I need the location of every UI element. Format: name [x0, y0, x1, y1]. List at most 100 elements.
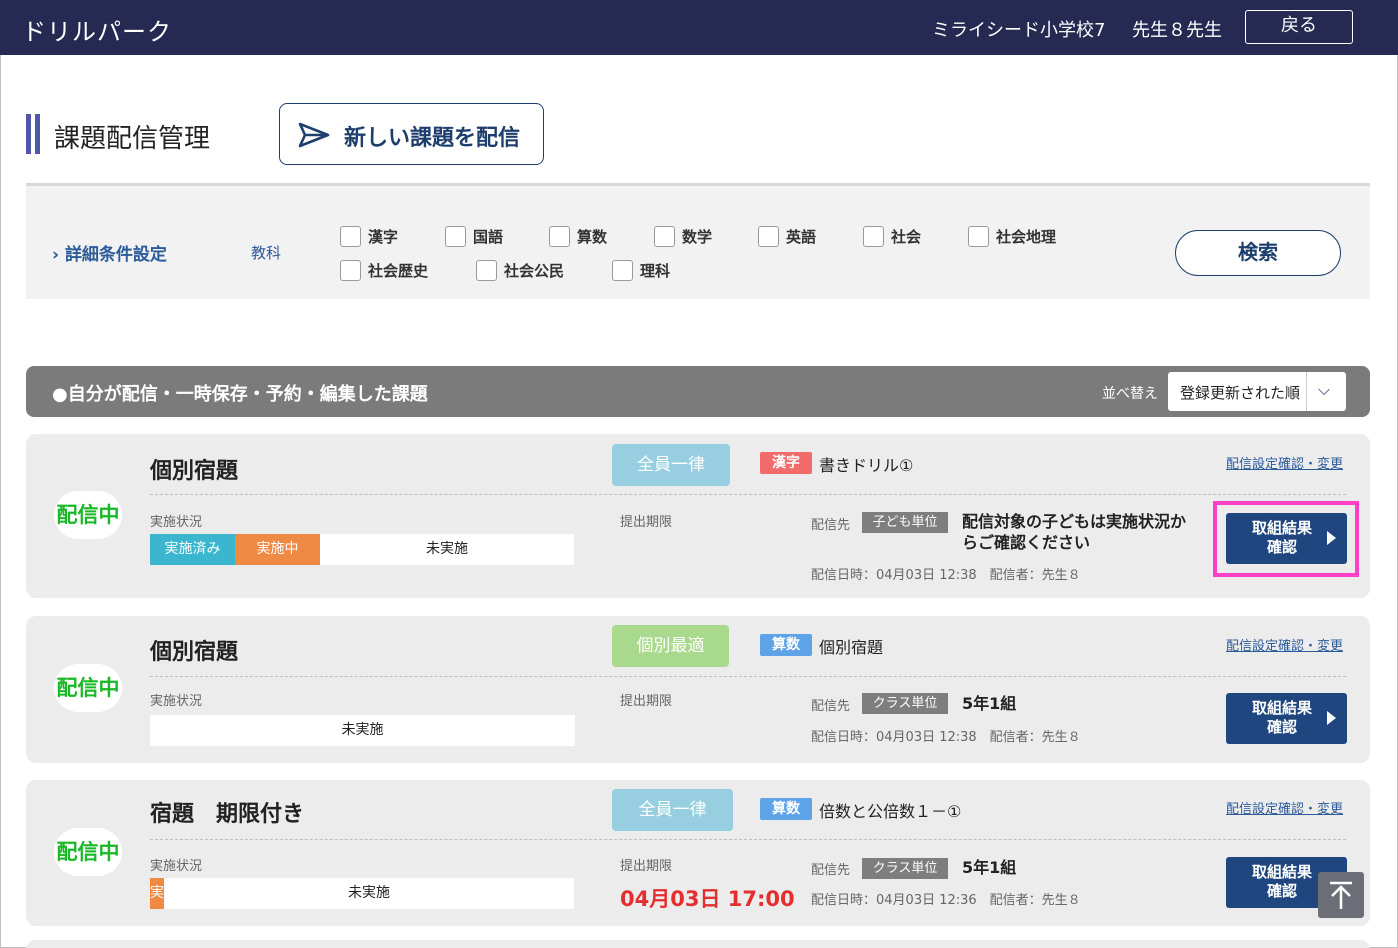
assignment-card: 配信中 宿題 期限付き 全員一律 算数 倍数と公倍数１－① 配信設定確認・変更 … — [26, 780, 1370, 926]
deadline-label: 提出期限 — [620, 694, 673, 709]
deadline-label: 提出期限 — [620, 515, 673, 530]
checkbox-box[interactable] — [476, 260, 497, 281]
deadline-value: 04月03日 17:00 — [620, 887, 795, 911]
subject-label: 教科 — [251, 244, 282, 262]
subject-checkbox-eigo[interactable]: 英語 — [758, 226, 816, 247]
subject-checkbox-shakai-chiri[interactable]: 社会地理 — [968, 226, 1056, 247]
target-text: 配信対象の子どもは実施状況からご確認ください — [962, 512, 1187, 552]
distribution-meta: 配信日時：04月03日 12:38 配信者：先生８ — [811, 730, 1081, 745]
checkbox-label: 国語 — [473, 228, 504, 246]
checkbox-box[interactable] — [549, 226, 570, 247]
arrow-up-icon — [1330, 881, 1352, 909]
drill-name: 個別宿題 — [819, 638, 884, 657]
teacher-name: 先生８先生 — [1132, 20, 1222, 41]
progress-bar: 実施済み 実施中 未実施 — [150, 534, 574, 565]
unit-badge: 子ども単位 — [862, 512, 948, 533]
next-card-peek — [26, 940, 1370, 948]
progress-label: 実施状況 — [150, 859, 203, 874]
drill-name: 書きドリル① — [819, 456, 914, 475]
checkbox-label: 英語 — [786, 228, 817, 246]
progress-not-done: 未実施 — [320, 534, 574, 565]
checkbox-box[interactable] — [445, 226, 466, 247]
checkbox-box[interactable] — [612, 260, 633, 281]
school-name: ミライシード小学校7 — [932, 20, 1106, 41]
assignment-name: 宿題 期限付き — [150, 802, 305, 827]
distribution-type: 個別最適 — [612, 625, 729, 667]
sort-value: 登録更新された順 — [1180, 384, 1301, 402]
status-badge: 配信中 — [54, 828, 122, 876]
paper-plane-icon — [298, 122, 330, 148]
top-bar: ドリルパーク ミライシード小学校7 先生８先生 戻る — [0, 0, 1398, 55]
assignment-card: 配信中 個別宿題 個別最適 算数 個別宿題 配信設定確認・変更 実施状況 未実施… — [26, 616, 1370, 763]
checkbox-box[interactable] — [340, 260, 361, 281]
distribution-type: 全員一律 — [612, 444, 730, 486]
subject-checkbox-kokugo[interactable]: 国語 — [445, 226, 503, 247]
sort-label: 並べ替え — [1102, 386, 1158, 402]
subject-badge: 漢字 — [760, 452, 812, 474]
target-label: 配信先 — [811, 699, 851, 714]
target-label: 配信先 — [811, 863, 851, 878]
checkbox-label: 社会 — [891, 228, 922, 246]
progress-label: 実施状況 — [150, 694, 203, 709]
deadline-label: 提出期限 — [620, 859, 673, 874]
sort-select[interactable]: 登録更新された順 ⌵ — [1168, 372, 1346, 411]
unit-badge: クラス単位 — [862, 858, 948, 879]
assignment-name: 個別宿題 — [150, 459, 239, 484]
scroll-to-top-button[interactable] — [1318, 872, 1364, 918]
checkbox-box[interactable] — [654, 226, 675, 247]
progress-not-done: 未実施 — [150, 715, 575, 746]
checkbox-label: 漢字 — [368, 228, 399, 246]
target-text: 5年1組 — [962, 858, 1017, 877]
subject-checkbox-sansu[interactable]: 算数 — [549, 226, 607, 247]
triangle-right-icon — [1327, 711, 1336, 725]
target-label: 配信先 — [811, 518, 851, 533]
chevron-right-icon: › — [52, 245, 60, 265]
subject-checkbox-kanji[interactable]: 漢字 — [340, 226, 398, 247]
result-check-button[interactable]: 取組結果 確認 — [1226, 693, 1347, 744]
checkbox-label: 理科 — [640, 262, 671, 280]
checkbox-box[interactable] — [758, 226, 779, 247]
drill-name: 倍数と公倍数１－① — [819, 802, 962, 821]
assignment-name: 個別宿題 — [150, 640, 239, 665]
title-accent-bar — [26, 114, 31, 154]
checkbox-box[interactable] — [968, 226, 989, 247]
config-link[interactable]: 配信設定確認・変更 — [1226, 635, 1343, 654]
progress-bar: 実 未実施 — [150, 878, 574, 909]
config-link[interactable]: 配信設定確認・変更 — [1226, 453, 1343, 472]
search-button[interactable]: 検索 — [1175, 230, 1341, 276]
distribution-type: 全員一律 — [612, 789, 733, 831]
subject-checkbox-shakai[interactable]: 社会 — [863, 226, 921, 247]
checkbox-label: 社会歴史 — [368, 262, 429, 280]
divider — [150, 494, 1346, 495]
status-badge: 配信中 — [54, 491, 122, 539]
checkbox-box[interactable] — [863, 226, 884, 247]
checkbox-label: 数学 — [682, 228, 713, 246]
divider — [150, 839, 1346, 840]
distribution-meta: 配信日時：04月03日 12:38 配信者：先生８ — [811, 568, 1081, 583]
subject-badge: 算数 — [760, 798, 812, 820]
back-button[interactable]: 戻る — [1245, 10, 1353, 44]
progress-in-progress: 実 — [150, 878, 164, 909]
result-label-2: 確認 — [1266, 882, 1297, 900]
new-assignment-button[interactable]: 新しい課題を配信 — [279, 103, 544, 165]
result-label-1: 取組結果 — [1251, 863, 1312, 881]
subject-checkbox-shakai-komin[interactable]: 社会公民 — [476, 260, 564, 281]
assignment-card: 配信中 個別宿題 全員一律 漢字 書きドリル① 配信設定確認・変更 実施状況 実… — [26, 434, 1370, 598]
page-title: 課題配信管理 — [54, 124, 211, 154]
progress-label: 実施状況 — [150, 515, 203, 530]
chevron-down-icon: ⌵ — [1318, 380, 1331, 399]
checkbox-label: 社会公民 — [504, 262, 565, 280]
checkbox-box[interactable] — [340, 226, 361, 247]
app-brand[interactable]: ドリルパーク — [22, 12, 172, 47]
config-link[interactable]: 配信設定確認・変更 — [1226, 798, 1343, 817]
filter-panel: › 詳細条件設定 教科 漢字 国語 算数 数学 英語 社会 社会地理 社会歴史 … — [26, 183, 1370, 299]
divider — [150, 676, 1346, 677]
subject-checkbox-sugaku[interactable]: 数学 — [654, 226, 712, 247]
subject-checkbox-rika[interactable]: 理科 — [612, 260, 670, 281]
subject-checkbox-shakai-rekishi[interactable]: 社会歴史 — [340, 260, 428, 281]
detail-settings-toggle[interactable]: › 詳細条件設定 — [52, 240, 167, 265]
select-divider — [1306, 372, 1307, 411]
target-text: 5年1組 — [962, 694, 1017, 713]
new-assignment-label: 新しい課題を配信 — [344, 126, 521, 151]
progress-not-done: 未実施 — [164, 878, 574, 909]
